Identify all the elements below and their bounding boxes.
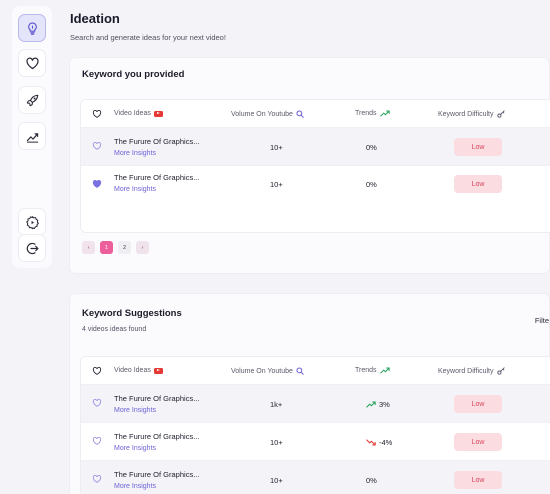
trend-value: 0% <box>366 476 377 485</box>
heart-icon[interactable] <box>92 141 102 151</box>
heart-icon[interactable] <box>92 398 102 408</box>
video-idea-title: The Furure Of Graphics... <box>114 470 200 479</box>
pagination-next-button[interactable]: › <box>136 241 149 254</box>
lightbulb-icon <box>27 21 37 35</box>
difficulty-badge: Low <box>454 433 502 451</box>
provided-card-title: Keyword you provided <box>82 69 185 80</box>
sidebar <box>12 6 52 268</box>
key-icon <box>496 110 505 118</box>
volume-value: 10+ <box>270 180 283 189</box>
column-difficulty[interactable]: Keyword Difficulty <box>438 110 505 118</box>
trend-value: 3% <box>366 400 390 409</box>
trend-up-icon <box>366 401 376 408</box>
more-insights-link[interactable]: More Insights <box>114 445 156 452</box>
column-trends[interactable]: Trends <box>355 367 390 374</box>
trend-down-icon <box>366 439 376 446</box>
column-video-ideas[interactable]: Video Ideas <box>114 367 163 374</box>
suggestions-table: Video Ideas Volume On Youtube Trends Key… <box>80 356 550 494</box>
suggestions-card-title: Keyword Suggestions <box>82 308 182 319</box>
heart-icon[interactable] <box>92 474 102 484</box>
key-icon <box>496 367 505 375</box>
page-title: Ideation <box>70 11 120 26</box>
sidebar-item-ideation[interactable] <box>18 14 46 42</box>
table-header: Video Ideas Volume On Youtube Trends Key… <box>81 357 550 385</box>
more-insights-link[interactable]: More Insights <box>114 483 156 490</box>
difficulty-badge: Low <box>454 395 502 413</box>
table-row[interactable]: The Furure Of Graphics... More Insights … <box>81 461 550 494</box>
trend-value: 0% <box>366 143 377 152</box>
logout-icon <box>26 242 39 254</box>
table-row[interactable]: The Furure Of Graphics... More Insights … <box>81 128 550 166</box>
suggestions-count: 4 videos ideas found <box>82 326 147 333</box>
youtube-icon <box>153 110 163 117</box>
heart-icon[interactable] <box>92 109 102 119</box>
pagination-page-1[interactable]: 1 <box>100 241 113 254</box>
provided-table: Video Ideas Volume On Youtube Trends Key… <box>80 99 550 233</box>
volume-value: 10+ <box>270 143 283 152</box>
pagination-prev-button[interactable]: ‹ <box>82 241 95 254</box>
page-subtitle: Search and generate ideas for your next … <box>70 33 226 42</box>
filter-button[interactable]: Filte <box>535 316 549 325</box>
difficulty-badge: Low <box>454 175 502 193</box>
search-icon <box>296 110 304 118</box>
keyword-suggestions-card: Keyword Suggestions 4 videos ideas found… <box>69 293 550 494</box>
video-idea-title: The Furure Of Graphics... <box>114 137 200 146</box>
table-row[interactable]: The Furure Of Graphics... More Insights … <box>81 385 550 423</box>
sidebar-item-launch[interactable] <box>18 86 46 114</box>
more-insights-link[interactable]: More Insights <box>114 407 156 414</box>
column-volume[interactable]: Volume On Youtube <box>231 367 304 375</box>
sidebar-item-logout[interactable] <box>18 234 46 262</box>
search-icon <box>296 367 304 375</box>
table-row[interactable]: The Furure Of Graphics... More Insights … <box>81 166 550 209</box>
more-insights-link[interactable]: More Insights <box>114 186 156 193</box>
heart-filled-icon[interactable] <box>92 179 102 189</box>
trend-up-icon <box>379 367 390 374</box>
more-insights-link[interactable]: More Insights <box>114 150 156 157</box>
volume-value: 10+ <box>270 476 283 485</box>
volume-value: 10+ <box>270 438 283 447</box>
pagination-page-2[interactable]: 2 <box>118 241 131 254</box>
video-idea-title: The Furure Of Graphics... <box>114 432 200 441</box>
sidebar-item-settings[interactable] <box>18 208 46 236</box>
volume-value: 1k+ <box>270 400 283 409</box>
sidebar-item-analytics[interactable] <box>18 122 46 150</box>
heart-icon[interactable] <box>92 366 102 376</box>
provided-keywords-card: Keyword you provided Video Ideas Volume … <box>69 57 550 274</box>
column-video-ideas[interactable]: Video Ideas <box>114 110 163 117</box>
table-row[interactable]: The Furure Of Graphics... More Insights … <box>81 423 550 461</box>
rocket-icon <box>26 94 38 106</box>
column-volume[interactable]: Volume On Youtube <box>231 110 304 118</box>
column-trends[interactable]: Trends <box>355 110 390 117</box>
video-idea-title: The Furure Of Graphics... <box>114 173 200 182</box>
trend-value: -4% <box>366 438 392 447</box>
settings-icon <box>25 215 39 229</box>
column-difficulty[interactable]: Keyword Difficulty <box>438 367 505 375</box>
youtube-icon <box>153 367 163 374</box>
trend-chart-icon <box>26 132 38 143</box>
video-idea-title: The Furure Of Graphics... <box>114 394 200 403</box>
trend-value: 0% <box>366 180 377 189</box>
trend-up-icon <box>379 110 390 117</box>
sidebar-item-favorites[interactable] <box>18 49 46 77</box>
pagination: ‹ 1 2 › <box>82 241 149 254</box>
heart-icon <box>25 57 39 69</box>
difficulty-badge: Low <box>454 471 502 489</box>
difficulty-badge: Low <box>454 138 502 156</box>
table-header: Video Ideas Volume On Youtube Trends Key… <box>81 100 550 128</box>
heart-icon[interactable] <box>92 436 102 446</box>
